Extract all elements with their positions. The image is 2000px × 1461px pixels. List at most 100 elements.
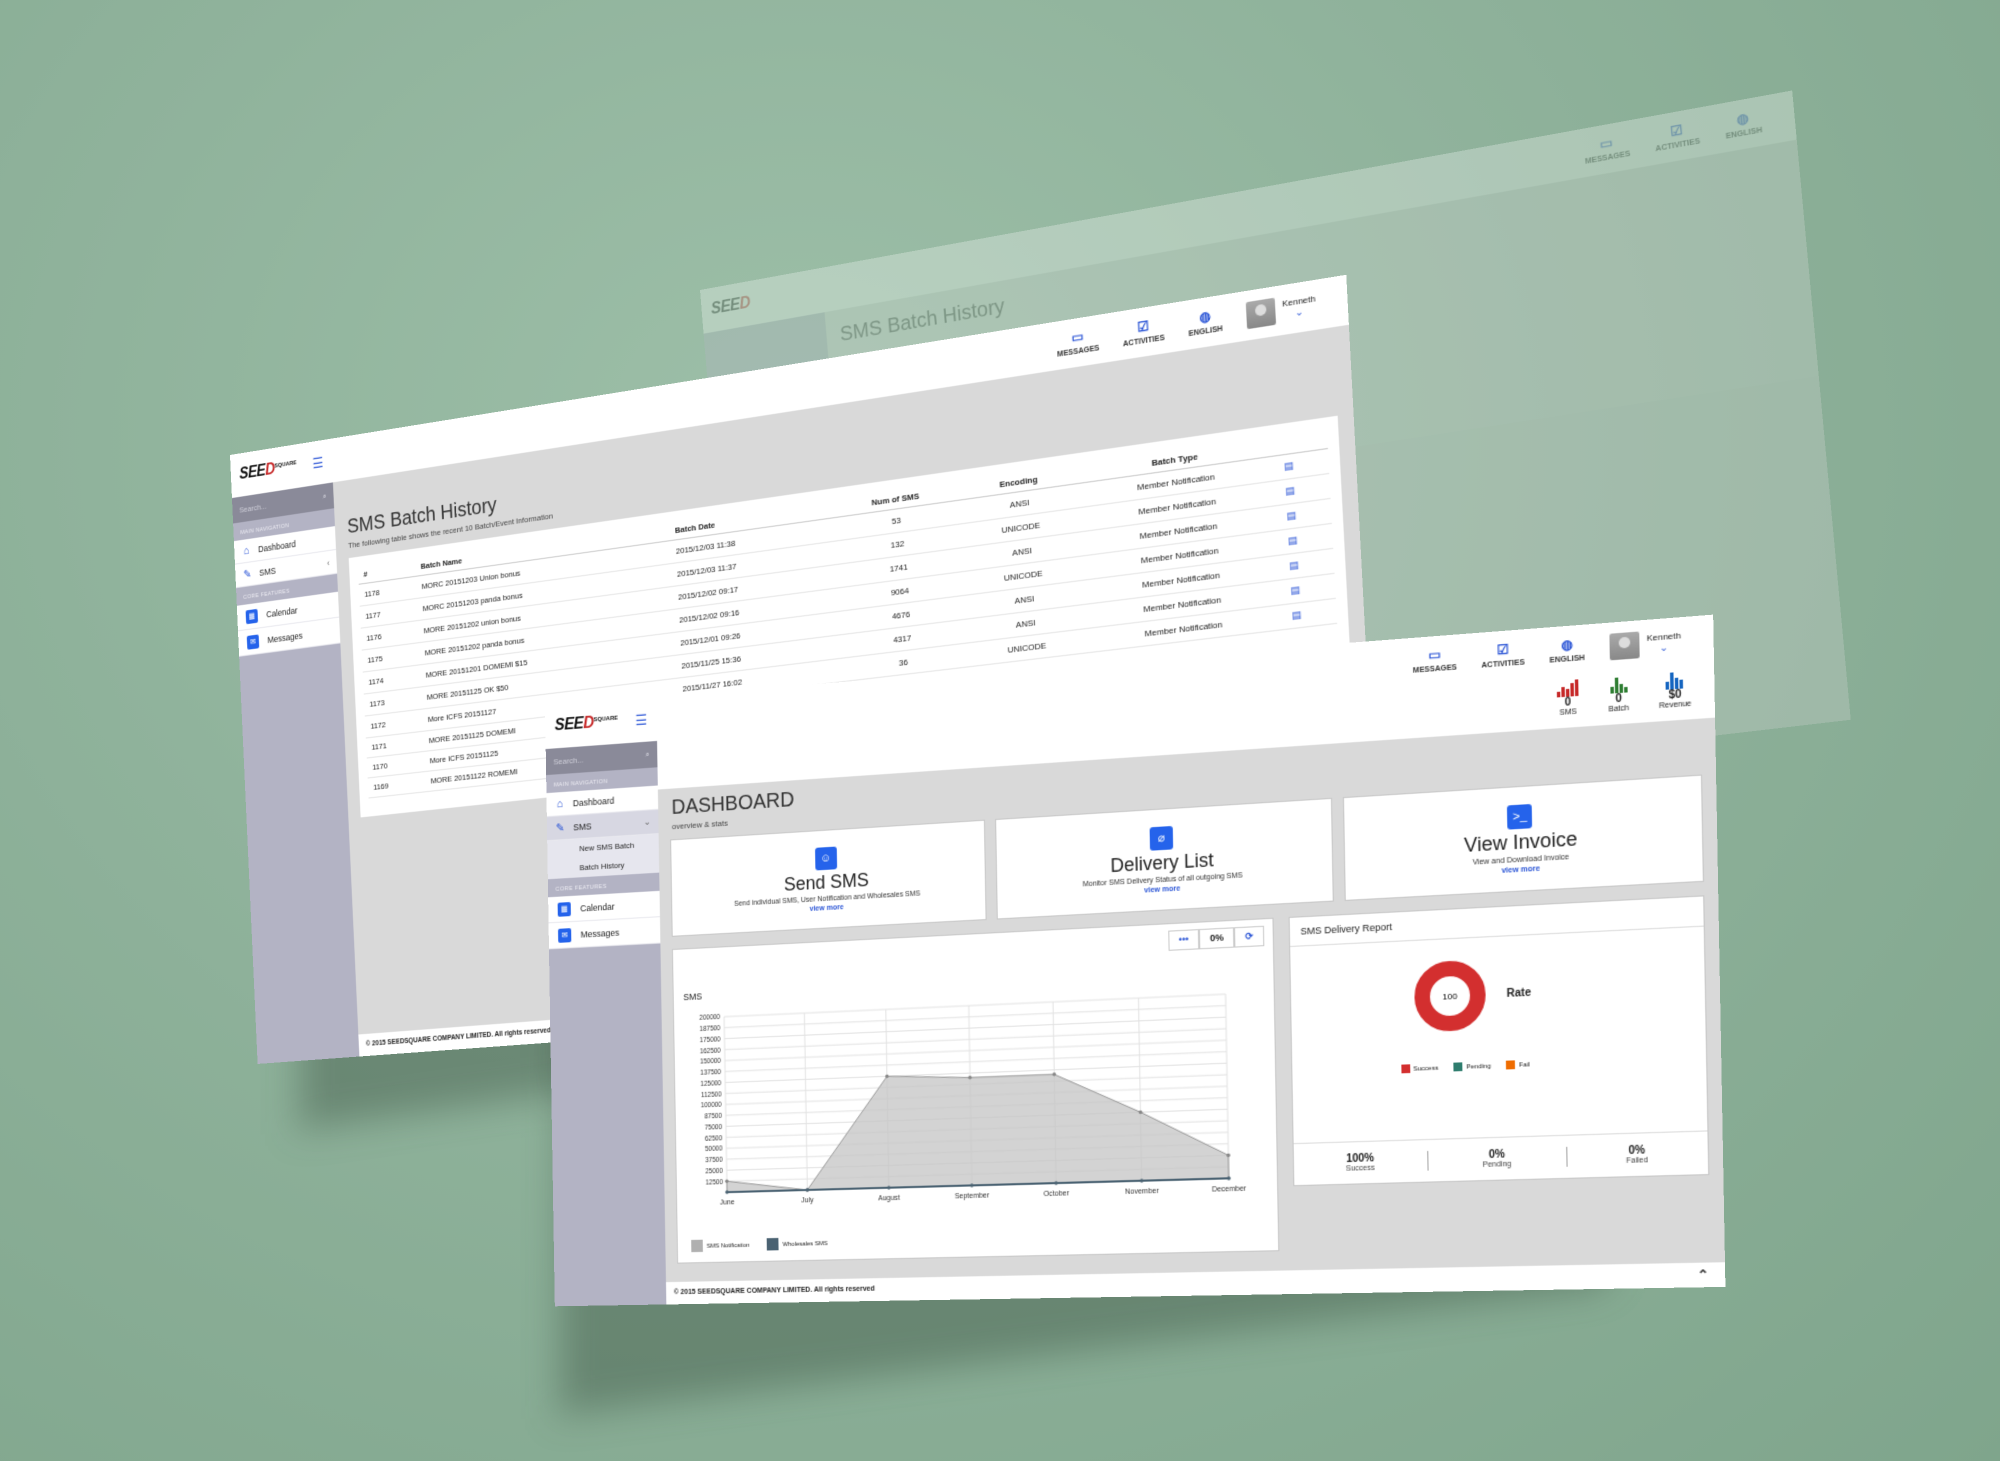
legend-fail: Fail bbox=[1506, 1060, 1530, 1070]
document-icon[interactable]: ▤ bbox=[1286, 509, 1296, 522]
refresh-button[interactable]: ⟳ bbox=[1234, 925, 1265, 948]
user-menu[interactable]: Kenneth ⌄ bbox=[1609, 628, 1682, 661]
clip-icon: ⌀ bbox=[1149, 825, 1174, 851]
donut-value: 100 bbox=[1442, 991, 1458, 1002]
card-view-invoice[interactable]: >_ View Invoice View and Download Invoic… bbox=[1342, 774, 1705, 902]
y-tick-label: 100000 bbox=[701, 1102, 722, 1110]
view-more-link[interactable]: view more bbox=[1501, 865, 1540, 875]
stat-success: 100% Success bbox=[1293, 1150, 1429, 1175]
chart-tools: ••• 0% ⟳ bbox=[1167, 925, 1265, 951]
y-tick-label: 187500 bbox=[700, 1025, 721, 1033]
y-tick-label: 162500 bbox=[700, 1047, 721, 1055]
menu-toggle-icon[interactable]: ☰ bbox=[312, 453, 324, 472]
document-icon[interactable]: ▤ bbox=[1284, 460, 1294, 473]
report-legend: Success Pending Fail bbox=[1401, 1060, 1530, 1074]
y-tick-label: 25000 bbox=[705, 1168, 723, 1176]
dashboard-window: SEEDSQUARE ☰ Search... ⌕ MAIN NAVIGATION … bbox=[545, 614, 1726, 1307]
stat-failed: 0% Failed bbox=[1626, 1144, 1649, 1166]
calendar-icon: ▦ bbox=[557, 901, 571, 917]
search-icon: ⌕ bbox=[645, 749, 650, 760]
messages-button[interactable]: ▭ MESSAGES bbox=[1583, 132, 1631, 167]
gridline bbox=[725, 1052, 1227, 1072]
y-tick-label: 12500 bbox=[706, 1179, 724, 1187]
x-tick-label: June bbox=[720, 1199, 735, 1207]
y-tick-label: 200000 bbox=[699, 1014, 720, 1022]
activities-button[interactable]: ☑ ACTIVITIES bbox=[1122, 315, 1165, 349]
view-more-link[interactable]: view more bbox=[810, 903, 844, 912]
card-send-sms[interactable]: ☺ Send SMS Send individual SMS, User Not… bbox=[670, 819, 987, 937]
sidebar: SEEDSQUARE ☰ Search... ⌕ MAIN NAVIGATION … bbox=[545, 696, 667, 1307]
mockup-stage: SEED ▭ MESSAGES ☑ ACTIVITIES ◍ ENGLISH SMS … bbox=[0, 0, 2000, 1461]
stat-batch: 0 Batch bbox=[1608, 675, 1629, 714]
sms-area-chart: 200000 187500 175000 162500 150000 137500 1250… bbox=[699, 985, 1247, 1207]
y-tick-label: 112500 bbox=[701, 1091, 722, 1099]
activities-button[interactable]: ☑ ACTIVITIES bbox=[1481, 640, 1524, 669]
stat-sms: 0 SMS bbox=[1556, 678, 1579, 717]
language-button[interactable]: ◍ ENGLISH bbox=[1724, 108, 1762, 141]
chevron-down-icon: ⌄ bbox=[1659, 641, 1669, 654]
messages-button[interactable]: ▭ MESSAGES bbox=[1056, 326, 1100, 359]
bar-chart-icon bbox=[1666, 671, 1684, 690]
x-tick-label: July bbox=[801, 1197, 814, 1205]
report-stats: 100% Success 0% Pending 0% Failed bbox=[1293, 1130, 1708, 1175]
legend-success: Success bbox=[1401, 1063, 1438, 1074]
messages-icon: ✉ bbox=[246, 633, 260, 650]
message-icon: ▭ bbox=[1599, 134, 1614, 153]
edit-icon: ✎ bbox=[243, 568, 252, 582]
y-tick-label: 87500 bbox=[704, 1113, 722, 1121]
quick-stats: 0 SMS 0 Batch $0 Revenue bbox=[1556, 670, 1692, 717]
document-icon[interactable]: ▤ bbox=[1290, 584, 1300, 596]
home-icon: ⌂ bbox=[556, 797, 563, 810]
activities-button[interactable]: ☑ ACTIVITIES bbox=[1653, 119, 1700, 154]
language-button[interactable]: ◍ ENGLISH bbox=[1549, 636, 1584, 665]
user-menu[interactable]: Kenneth ⌄ bbox=[1245, 291, 1317, 330]
legend-item: Wholesales SMS bbox=[767, 1237, 828, 1251]
rate-label: Rate bbox=[1506, 986, 1532, 1000]
document-icon[interactable]: ▤ bbox=[1288, 534, 1298, 547]
gridline bbox=[724, 1006, 1225, 1028]
checkbox-icon: ☑ bbox=[1136, 317, 1150, 336]
x-tick-label: August bbox=[878, 1195, 900, 1203]
stat-pending: 0% Pending bbox=[1428, 1146, 1568, 1171]
messages-button[interactable]: ▭ MESSAGES bbox=[1413, 645, 1457, 675]
globe-icon: ◍ bbox=[1560, 636, 1574, 653]
nav-messages[interactable]: ✉ Messages bbox=[548, 917, 661, 950]
y-tick-label: 50000 bbox=[705, 1146, 723, 1154]
checkbox-icon: ☑ bbox=[1669, 121, 1684, 140]
bar-chart-icon bbox=[1609, 675, 1628, 694]
document-icon[interactable]: ▤ bbox=[1285, 484, 1295, 497]
gridline bbox=[724, 994, 1225, 1017]
language-button[interactable]: ◍ ENGLISH bbox=[1187, 306, 1223, 338]
more-options-button[interactable]: ••• bbox=[1167, 929, 1200, 951]
document-icon[interactable]: ▤ bbox=[1289, 559, 1299, 572]
terminal-icon: >_ bbox=[1507, 803, 1533, 830]
lower-panels: ••• 0% ⟳ SMS 200000 187500 175000 162500 150… bbox=[660, 881, 1725, 1276]
messages-icon: ✉ bbox=[557, 927, 572, 943]
menu-toggle-icon[interactable]: ☰ bbox=[635, 711, 647, 729]
logo: SEED bbox=[710, 294, 751, 319]
sms-chart-panel: ••• 0% ⟳ SMS 200000 187500 175000 162500 150… bbox=[671, 917, 1280, 1264]
logo: SEEDSQUARE bbox=[239, 459, 297, 484]
logo: SEEDSQUARE bbox=[554, 714, 618, 735]
percent-display: 0% bbox=[1199, 927, 1235, 950]
gridline bbox=[724, 1017, 1225, 1038]
report-title: SMS Delivery Report bbox=[1289, 896, 1704, 948]
y-tick-label: 125000 bbox=[700, 1080, 721, 1088]
donut-wrap: 100 Rate bbox=[1410, 954, 1532, 1036]
message-icon: ▭ bbox=[1428, 646, 1442, 663]
checkbox-icon: ☑ bbox=[1496, 641, 1509, 658]
home-icon: ⌂ bbox=[243, 544, 250, 557]
card-delivery-list[interactable]: ⌀ Delivery List Monitor SMS Delivery Sta… bbox=[995, 797, 1334, 920]
chevron-up-icon[interactable]: ⌃ bbox=[1697, 1267, 1709, 1283]
edit-icon: ✎ bbox=[555, 822, 565, 835]
view-more-link[interactable]: view more bbox=[1144, 885, 1180, 894]
x-tick-label: November bbox=[1125, 1188, 1160, 1196]
gridline bbox=[725, 1029, 1227, 1050]
search-icon: ⌕ bbox=[322, 491, 327, 501]
chevron-left-icon: ‹ bbox=[326, 557, 330, 568]
chart-legend: SMS Notification Wholesales SMS bbox=[691, 1237, 828, 1253]
document-icon[interactable]: ▤ bbox=[1292, 609, 1302, 621]
x-tick-label: December bbox=[1212, 1185, 1247, 1194]
message-icon: ▭ bbox=[1071, 328, 1084, 346]
delivery-donut: 100 bbox=[1410, 956, 1489, 1036]
